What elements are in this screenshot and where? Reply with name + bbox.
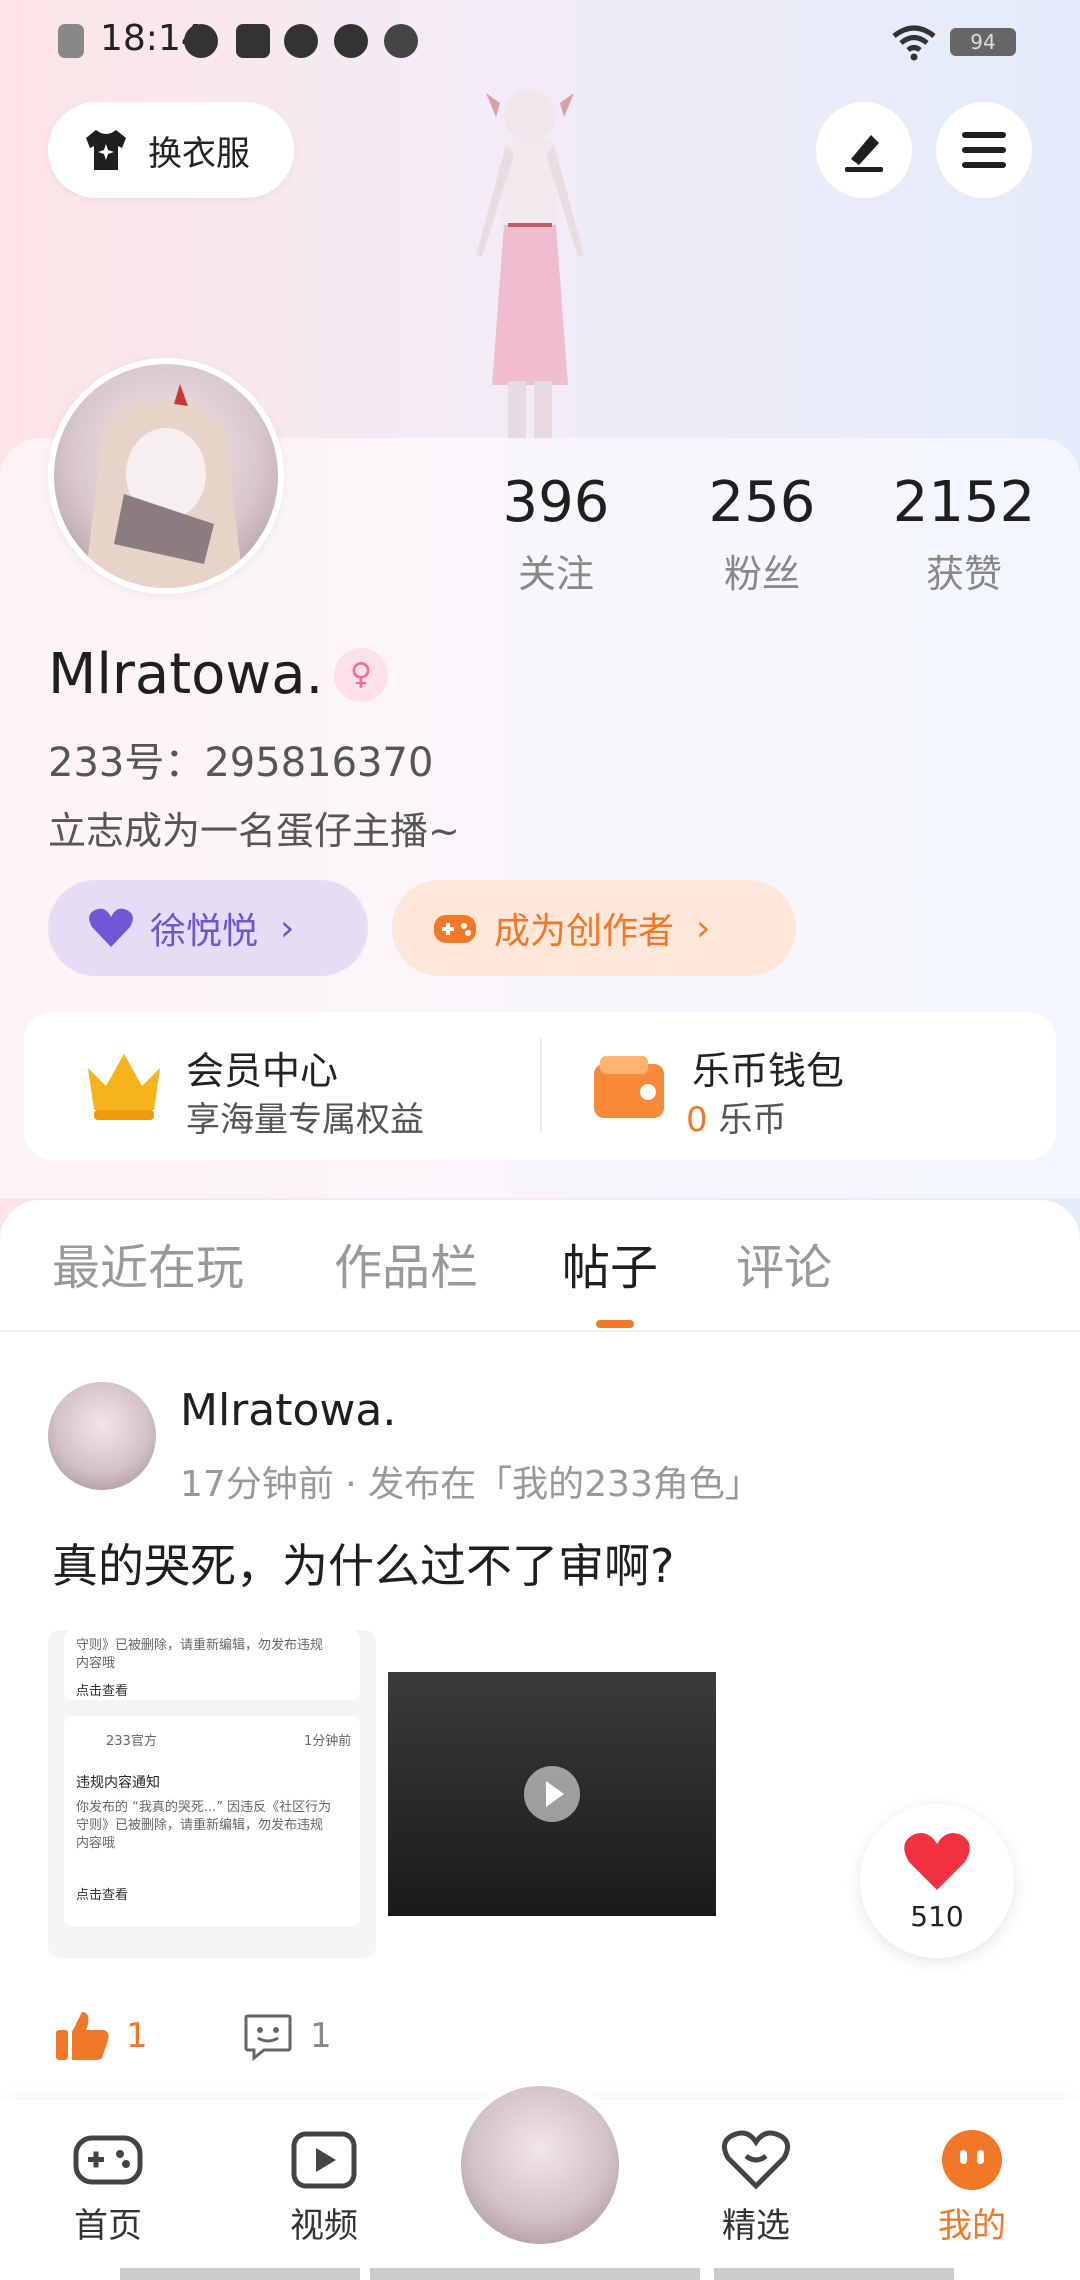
nav-mine-label: 我的 [938, 2206, 1006, 2246]
wallet-balance: 0 [686, 1100, 708, 1140]
fan-group-label: 徐悦悦 [150, 911, 259, 952]
become-creator-label: 成为创作者 [494, 911, 675, 952]
wallet-title[interactable]: 乐币钱包 [692, 1040, 844, 1095]
member-center-subtitle: 享海量专属权益 [186, 1100, 424, 1140]
wifi-icon [892, 25, 936, 61]
notice-card: 守则》已被删除，请重新编辑，勿发布违规 内容哦 点击查看 [64, 1630, 360, 1700]
post-author-name[interactable]: Mlratowa. [180, 1385, 396, 1436]
followers-label: 粉丝 [723, 552, 800, 596]
home-indicator [120, 2268, 360, 2280]
menu-icon [962, 132, 1006, 168]
followers-count: 256 [708, 470, 816, 535]
likes-count: 2152 [892, 470, 1036, 535]
post-comment-button[interactable]: 1 [242, 2010, 332, 2062]
nav-home[interactable]: 首页 [38, 2128, 178, 2247]
home-indicator [714, 2268, 954, 2280]
likes-label: 获赞 [925, 552, 1002, 596]
floating-like-button[interactable]: 510 [860, 1804, 1014, 1958]
change-outfit-button[interactable]: 换衣服 [48, 102, 294, 198]
nav-avatar-image [461, 2086, 619, 2244]
heart-outline-icon [721, 2130, 791, 2190]
avatar-image [84, 384, 244, 588]
video-icon [291, 2131, 357, 2189]
battery-indicator: 94 [950, 28, 1016, 56]
play-icon [334, 24, 368, 58]
nav-home-label: 首页 [74, 2206, 142, 2246]
nav-featured[interactable]: 精选 [686, 2128, 826, 2247]
tab-posts[interactable]: 帖子 [562, 1228, 658, 1298]
gamepad-icon [434, 915, 476, 943]
play-icon[interactable] [524, 1766, 580, 1822]
profile-avatar[interactable] [48, 358, 284, 594]
tab-indicator [596, 1320, 634, 1328]
floating-like-count: 510 [910, 1900, 964, 1933]
tab-divider [0, 1330, 1080, 1332]
post-like-button[interactable]: 1 [54, 2010, 148, 2062]
stat-following[interactable]: 396 关注 [476, 470, 636, 598]
post-meta: 17分钟前 · 发布在「我的233角色」 [180, 1464, 761, 1505]
stat-likes[interactable]: 2152 获赞 [884, 470, 1044, 598]
change-outfit-label: 换衣服 [148, 133, 250, 174]
gamepad-icon [73, 2135, 143, 2185]
notice-card: 233官方 1分钟前 违规内容通知 你发布的 “我真的哭死...” 因违反《社区… [64, 1716, 360, 1926]
post-comment-count: 1 [310, 2016, 332, 2056]
notification-close-icon [58, 24, 84, 58]
tab-recently-played[interactable]: 最近在玩 [52, 1228, 244, 1298]
member-center-title[interactable]: 会员中心 [186, 1040, 338, 1095]
voice-icon [184, 24, 218, 58]
user-bio: 立志成为一名蛋仔主播~ [48, 809, 460, 853]
menu-button[interactable] [936, 102, 1032, 198]
nav-mine[interactable]: 我的 [902, 2128, 1042, 2247]
edit-profile-button[interactable] [816, 102, 912, 198]
nav-video-label: 视频 [290, 2206, 358, 2246]
become-creator-button[interactable]: 成为创作者 › [392, 880, 796, 976]
chevron-right-icon: › [696, 907, 711, 949]
nav-video[interactable]: 视频 [254, 2128, 394, 2247]
user-id[interactable]: 233号：295816370 [48, 730, 433, 788]
benefits-card: 会员中心 享海量专属权益 乐币钱包 0 乐币 [24, 1012, 1056, 1160]
heart-icon [904, 1833, 970, 1890]
following-count: 396 [502, 470, 610, 535]
username: Mlratowa. [48, 642, 324, 707]
nav-avatar[interactable] [455, 2080, 625, 2250]
chevron-right-icon: › [280, 907, 295, 949]
nav-featured-label: 精选 [722, 2206, 790, 2246]
thumbs-up-icon [56, 2012, 109, 2060]
edit-icon [845, 135, 883, 172]
stat-followers[interactable]: 256 粉丝 [682, 470, 842, 598]
post-image-screenshot[interactable]: 守则》已被删除，请重新编辑，勿发布违规 内容哦 点击查看 233官方 1分钟前 … [48, 1630, 376, 1958]
status-bar: 18:14 94 [0, 0, 1080, 84]
post-author-avatar[interactable] [48, 1382, 156, 1490]
message-icon [236, 24, 270, 58]
post-title[interactable]: 真的哭死，为什么过不了审啊? [52, 1530, 674, 1596]
following-label: 关注 [517, 552, 594, 596]
clock-icon [284, 24, 318, 58]
tab-comments[interactable]: 评论 [736, 1228, 832, 1298]
weibo-icon [384, 24, 418, 58]
wallet-icon [594, 1056, 664, 1118]
face-icon [942, 2130, 1002, 2190]
wallet-unit: 乐币 [718, 1100, 787, 1140]
comment-icon [244, 2014, 292, 2062]
crown-icon [88, 1054, 160, 1120]
post-video-thumbnail[interactable] [388, 1672, 716, 1916]
female-icon: ♀ [334, 648, 388, 702]
heart-icon [89, 908, 133, 947]
post-like-count: 1 [126, 2016, 148, 2056]
divider [540, 1038, 542, 1134]
tab-works[interactable]: 作品栏 [334, 1228, 478, 1298]
home-indicator [370, 2268, 700, 2280]
avatar-character[interactable] [430, 85, 630, 440]
tshirt-icon [86, 130, 126, 170]
fan-group-button[interactable]: 徐悦悦 › [48, 880, 368, 976]
